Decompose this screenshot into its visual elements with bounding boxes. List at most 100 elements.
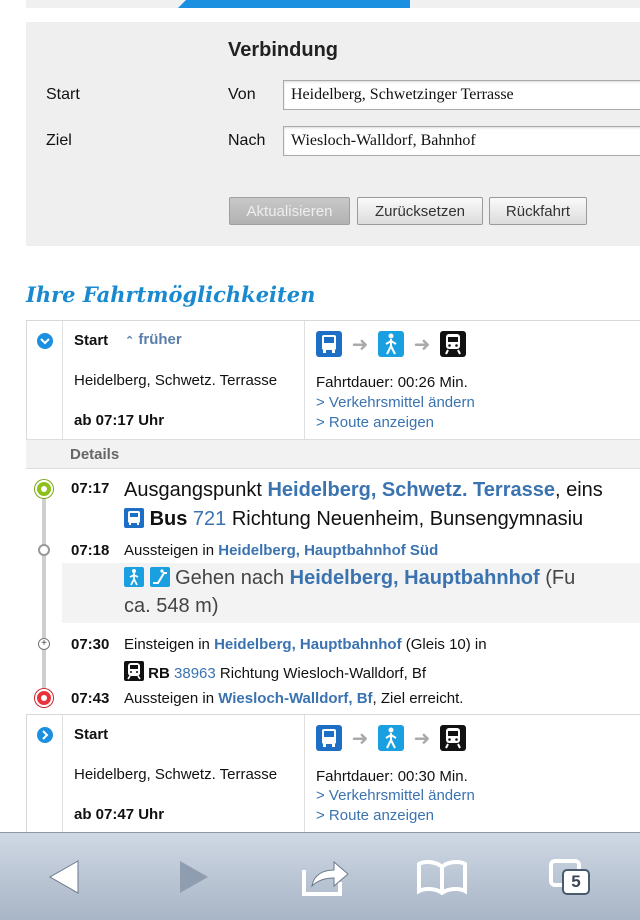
place-link[interactable]: Heidelberg, Schwetz. Terrasse bbox=[267, 479, 555, 501]
bookmarks-button[interactable] bbox=[414, 851, 470, 903]
train-icon bbox=[440, 331, 466, 357]
place-link[interactable]: Wiesloch-Walldorf, Bf bbox=[218, 690, 372, 707]
arrow-right-icon: ➜ bbox=[413, 727, 431, 750]
earlier-label: früher bbox=[138, 331, 182, 348]
details-header[interactable]: Details bbox=[26, 439, 640, 469]
step-tail: , Ziel erreicht. bbox=[372, 690, 464, 707]
step-text: Einsteigen in bbox=[124, 636, 210, 653]
place-link[interactable]: Heidelberg, Hauptbahnhof Süd bbox=[218, 542, 438, 559]
from-input[interactable]: Heidelberg, Schwetzinger Terrasse bbox=[283, 80, 640, 110]
bus-icon bbox=[316, 331, 342, 357]
trip-duration: Fahrtdauer: 00:26 Min. bbox=[316, 374, 468, 391]
earlier-link[interactable]: ⌃ früher bbox=[125, 331, 182, 348]
book-icon bbox=[417, 860, 467, 895]
end-marker-icon bbox=[35, 689, 53, 707]
reset-button[interactable]: Zurücksetzen bbox=[357, 197, 483, 225]
step-line: Ausgangspunkt Heidelberg, Schwetz. Terra… bbox=[124, 479, 603, 502]
step-time: 07:30 bbox=[71, 636, 110, 653]
bus-line: Bus 721 Richtung Neuenheim, Bunsengymnas… bbox=[124, 508, 583, 531]
train-number-link[interactable]: 38963 bbox=[174, 665, 216, 682]
escalator-icon bbox=[149, 567, 170, 587]
origin-text: Heidelberg, Schwetz. Terrasse bbox=[74, 372, 278, 389]
train-direction: Richtung Wiesloch-Walldorf, Bf bbox=[219, 665, 427, 682]
departure-time: ab 07:17 Uhr bbox=[74, 412, 165, 429]
change-modes-link[interactable]: > Verkehrsmittel ändern bbox=[316, 394, 475, 411]
start-heading: Start bbox=[74, 726, 109, 743]
result-summary: Start ⌃ früher Heidelberg, Schwetz. Terr… bbox=[63, 321, 305, 439]
result-modes: ➜ ➜ Fahrtdauer: 00:26 Min. > Verkehrsmit… bbox=[305, 321, 640, 439]
change-modes-link[interactable]: > Verkehrsmittel ändern bbox=[316, 787, 475, 804]
result-modes: ➜ ➜ Fahrtdauer: 00:30 Min. > Verkehrsmit… bbox=[305, 715, 640, 834]
forward-button[interactable] bbox=[166, 851, 222, 903]
result-toggle[interactable] bbox=[27, 715, 63, 834]
stop-marker-icon bbox=[38, 544, 50, 556]
walk-icon bbox=[378, 331, 404, 357]
origin-text: Heidelberg, Schwetz. Terrasse bbox=[74, 766, 278, 783]
zoom-plus-icon[interactable]: + bbox=[38, 638, 50, 650]
train-line: RB 38963 Richtung Wiesloch-Walldorf, Bf bbox=[124, 661, 426, 682]
departure-time: ab 07:47 Uhr bbox=[74, 806, 165, 823]
step-time: 07:43 bbox=[71, 690, 110, 707]
start-marker-icon bbox=[35, 480, 53, 498]
walk-icon bbox=[124, 567, 144, 587]
step-text: Aussteigen in bbox=[124, 542, 215, 559]
to-input[interactable]: Wiesloch-Walldorf, Bahnhof bbox=[283, 126, 640, 156]
step-line: Einsteigen in Heidelberg, Hauptbahnhof (… bbox=[124, 636, 487, 653]
step-text: Ausgangspunkt bbox=[124, 479, 262, 501]
result-row-1: Start ⌃ früher Heidelberg, Schwetz. Terr… bbox=[26, 320, 640, 439]
train-icon bbox=[440, 725, 466, 751]
bus-icon bbox=[316, 725, 342, 751]
tabs-count[interactable]: 5 bbox=[562, 869, 590, 895]
place-link[interactable]: Heidelberg, Hauptbahnhof bbox=[290, 567, 540, 589]
return-trip-button[interactable]: Rückfahrt bbox=[489, 197, 587, 225]
show-route-link[interactable]: > Route anzeigen bbox=[316, 414, 434, 431]
chevron-down-icon[interactable] bbox=[37, 333, 53, 349]
step-line: Aussteigen in Heidelberg, Hauptbahnhof S… bbox=[124, 542, 438, 559]
bus-icon bbox=[124, 508, 144, 528]
share-icon bbox=[302, 860, 349, 896]
walk-tail: (Fu bbox=[545, 567, 576, 589]
arrow-right-icon: ➜ bbox=[413, 333, 431, 356]
timeline-line bbox=[42, 490, 46, 698]
forward-arrow-icon bbox=[180, 861, 208, 893]
result-row-2: Start Heidelberg, Schwetz. Terrasse ab 0… bbox=[26, 714, 640, 834]
train-label: RB bbox=[148, 665, 170, 682]
walk-text: Gehen nach bbox=[175, 567, 285, 589]
back-button[interactable] bbox=[36, 851, 92, 903]
walk-line: Gehen nach Heidelberg, Hauptbahnhof (Fu bbox=[124, 567, 575, 590]
show-route-link[interactable]: > Route anzeigen bbox=[316, 807, 434, 824]
step-time: 07:18 bbox=[71, 542, 110, 559]
share-button[interactable] bbox=[296, 851, 352, 903]
step-text: Aussteigen in bbox=[124, 690, 215, 707]
back-arrow-icon bbox=[48, 860, 79, 894]
bus-direction: Richtung Neuenheim, Bunsengymnasiu bbox=[231, 508, 584, 530]
walk-icon bbox=[378, 725, 404, 751]
place-link[interactable]: Heidelberg, Hauptbahnhof bbox=[214, 636, 402, 653]
browser-toolbar: 5 bbox=[0, 832, 640, 920]
chevron-right-icon[interactable] bbox=[37, 727, 53, 743]
start-label: Start bbox=[46, 86, 80, 103]
bus-number-link[interactable]: 721 bbox=[193, 508, 226, 530]
active-tab-indicator bbox=[178, 0, 410, 8]
walk-distance: ca. 548 m) bbox=[124, 595, 219, 617]
ziel-label: Ziel bbox=[46, 132, 72, 149]
chevron-up-icon: ⌃ bbox=[125, 335, 135, 347]
train-icon bbox=[124, 661, 144, 681]
arrow-right-icon: ➜ bbox=[351, 727, 369, 750]
bus-label: Bus bbox=[149, 508, 188, 530]
top-tab-strip bbox=[26, 0, 640, 8]
details-label: Details bbox=[70, 446, 120, 463]
page: Verbindung Start Von Heidelberg, Schwetz… bbox=[0, 0, 640, 920]
trip-duration: Fahrtdauer: 00:30 Min. bbox=[316, 768, 468, 785]
step-time: 07:17 bbox=[71, 480, 110, 497]
form-title: Verbindung bbox=[228, 39, 338, 61]
update-button[interactable]: Aktualisieren bbox=[229, 197, 350, 225]
step-tail: , eins bbox=[554, 479, 603, 501]
step-line: Aussteigen in Wiesloch-Walldorf, Bf, Zie… bbox=[124, 690, 463, 707]
result-summary: Start Heidelberg, Schwetz. Terrasse ab 0… bbox=[63, 715, 305, 834]
von-label: Von bbox=[228, 86, 256, 103]
mode-icons: ➜ ➜ bbox=[316, 725, 466, 751]
result-toggle[interactable] bbox=[27, 321, 63, 439]
arrow-right-icon: ➜ bbox=[351, 333, 369, 356]
step-tail: (Gleis 10) in bbox=[405, 636, 487, 653]
